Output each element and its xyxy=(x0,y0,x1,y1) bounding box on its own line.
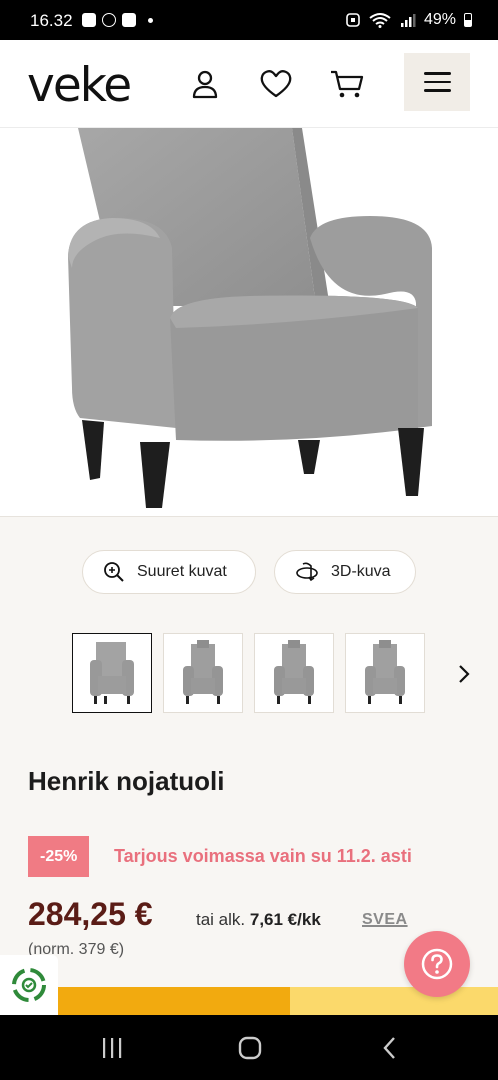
armchair-image xyxy=(68,128,432,508)
recent-apps-icon[interactable] xyxy=(92,1033,132,1063)
promo-banner-left[interactable] xyxy=(58,987,290,1015)
checkbox-icon xyxy=(122,13,136,27)
product-title: Henrik nojatuoli xyxy=(28,766,225,796)
monthly-amount: 7,61 €/kk xyxy=(249,910,321,929)
discount-badge: -25% xyxy=(28,836,90,877)
monthly-payment: tai alk. 7,61 €/kk xyxy=(196,910,321,930)
monthly-prefix: tai alk. xyxy=(196,910,246,929)
eco-badge[interactable] xyxy=(0,955,58,1015)
status-bar: 16.32 49% xyxy=(0,0,498,40)
wifi-icon xyxy=(369,13,391,28)
thumbnail-2[interactable] xyxy=(163,633,243,713)
alarm-icon xyxy=(346,13,360,27)
view-3d-button[interactable]: 3D-kuva xyxy=(274,550,416,594)
question-icon xyxy=(421,948,453,980)
battery-percent: 49% xyxy=(423,11,456,28)
user-icon[interactable] xyxy=(183,62,227,106)
back-icon[interactable] xyxy=(370,1033,410,1063)
help-button[interactable] xyxy=(404,931,470,997)
notification-icons xyxy=(82,13,153,27)
heart-icon[interactable] xyxy=(254,62,298,106)
cart-icon[interactable] xyxy=(325,62,369,106)
speedometer-icon xyxy=(102,13,116,27)
gallery-icon xyxy=(82,13,96,27)
large-images-button[interactable]: Suuret kuvat xyxy=(82,550,256,594)
svea-logo[interactable]: SVEA xyxy=(362,911,408,929)
large-images-label: Suuret kuvat xyxy=(137,563,227,580)
chevron-right-icon[interactable] xyxy=(452,660,476,688)
system-nav-bar xyxy=(0,1015,498,1080)
system-indicators: 49% xyxy=(346,11,472,29)
thumbnail-3[interactable] xyxy=(254,633,334,713)
product-price: 284,25 € xyxy=(28,896,153,932)
zoom-in-icon xyxy=(104,562,124,582)
signal-icon xyxy=(400,14,416,27)
veke-logo[interactable]: veke xyxy=(27,58,132,113)
offer-text: Tarjous voimassa vain su 11.2. asti xyxy=(114,846,412,866)
view-3d-label: 3D-kuva xyxy=(331,563,391,580)
dot-icon xyxy=(148,17,153,23)
thumbnail-4[interactable] xyxy=(345,633,425,713)
hamburger-menu-icon[interactable] xyxy=(404,53,470,111)
recycle-icon xyxy=(12,968,46,1002)
status-time: 16.32 xyxy=(30,11,73,30)
rotate-3d-icon xyxy=(296,562,318,582)
promo-banner-right[interactable] xyxy=(290,987,498,1015)
site-header: veke xyxy=(0,40,498,128)
battery-icon xyxy=(464,13,472,27)
home-icon[interactable] xyxy=(230,1033,270,1063)
thumbnail-1[interactable] xyxy=(72,633,152,713)
thumbnail-strip xyxy=(72,633,425,713)
product-main-image[interactable] xyxy=(0,128,498,517)
